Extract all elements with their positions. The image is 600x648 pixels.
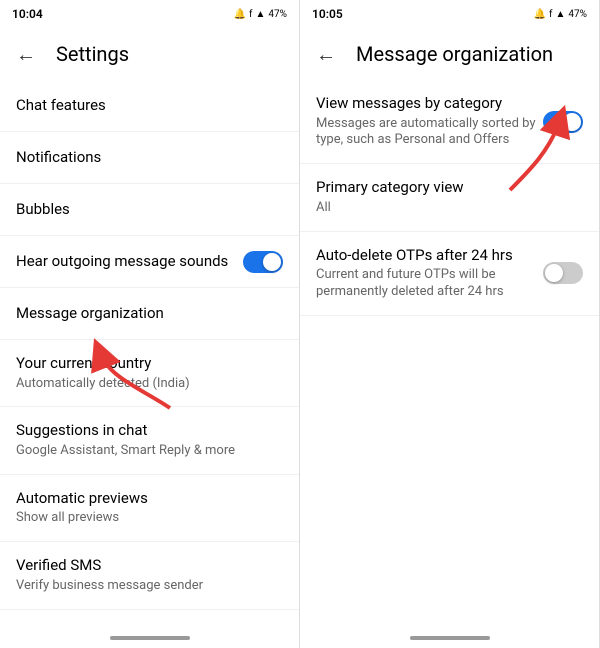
toggle-view-by-category[interactable] [543, 111, 583, 133]
toggle-outgoing-sounds[interactable] [243, 251, 283, 273]
item-title-chat-features: Chat features [16, 96, 283, 116]
top-bar-right: ← Message organization [300, 28, 599, 80]
settings-item-current-country[interactable]: Your current country Automatically detec… [0, 340, 299, 407]
notification-icon-r: 🔔 [534, 9, 546, 20]
status-bar-left: 10:04 🔔 f ▲ 47% [0, 0, 299, 28]
signal-icon-r: ▲ [556, 9, 566, 20]
item-title-auto-previews: Automatic previews [16, 489, 283, 509]
item-title-bubbles: Bubbles [16, 200, 283, 220]
settings-item-auto-delete-otps[interactable]: Auto-delete OTPs after 24 hrs Current an… [300, 232, 599, 316]
facebook-icon-r: f [549, 9, 552, 20]
toggle-auto-delete-otps[interactable] [543, 262, 583, 284]
item-title-view-by-category: View messages by category [316, 94, 543, 114]
status-icons-right: 🔔 f ▲ 47% [534, 9, 587, 20]
settings-item-suggestions[interactable]: Suggestions in chat Google Assistant, Sm… [0, 407, 299, 474]
settings-item-bubbles[interactable]: Bubbles [0, 184, 299, 236]
time-left: 10:04 [12, 7, 43, 21]
bottom-bar-left [0, 628, 299, 648]
settings-item-spam-protection[interactable]: Spam protection [0, 610, 299, 628]
item-subtitle-primary-category: All [316, 200, 583, 217]
bottom-bar-right [300, 628, 599, 648]
status-icons-left: 🔔 f ▲ 47% [234, 9, 287, 20]
home-indicator-right [410, 636, 490, 640]
battery-icon-r: 47% [568, 9, 587, 20]
item-title-message-org: Message organization [16, 304, 283, 324]
top-bar-left: ← Settings [0, 28, 299, 80]
settings-item-view-by-category[interactable]: View messages by category Messages are a… [300, 80, 599, 164]
facebook-icon: f [249, 9, 252, 20]
home-indicator-left [110, 636, 190, 640]
item-title-suggestions: Suggestions in chat [16, 421, 283, 441]
item-subtitle-suggestions: Google Assistant, Smart Reply & more [16, 443, 283, 460]
settings-item-notifications[interactable]: Notifications [0, 132, 299, 184]
settings-item-message-org[interactable]: Message organization [0, 288, 299, 340]
item-subtitle-verified-sms: Verify business message sender [16, 578, 283, 595]
settings-item-outgoing-sounds[interactable]: Hear outgoing message sounds [0, 236, 299, 288]
settings-item-chat-features[interactable]: Chat features [0, 80, 299, 132]
page-title-right: Message organization [356, 42, 553, 66]
status-bar-right: 10:05 🔔 f ▲ 47% [300, 0, 599, 28]
message-org-list: View messages by category Messages are a… [300, 80, 599, 628]
signal-icon: ▲ [256, 9, 266, 20]
time-right: 10:05 [312, 7, 343, 21]
notification-icon: 🔔 [234, 9, 246, 20]
settings-list: Chat features Notifications Bubbles Hear… [0, 80, 299, 628]
settings-item-verified-sms[interactable]: Verified SMS Verify business message sen… [0, 542, 299, 609]
item-subtitle-auto-previews: Show all previews [16, 510, 283, 527]
settings-item-auto-previews[interactable]: Automatic previews Show all previews [0, 475, 299, 542]
item-title-primary-category: Primary category view [316, 178, 583, 198]
item-subtitle-view-by-category: Messages are automatically sorted by typ… [316, 116, 543, 150]
settings-item-primary-category[interactable]: Primary category view All [300, 164, 599, 231]
item-title-auto-delete-otps: Auto-delete OTPs after 24 hrs [316, 246, 543, 266]
item-title-outgoing-sounds: Hear outgoing message sounds [16, 252, 243, 272]
back-button-left[interactable]: ← [16, 42, 36, 67]
item-title-spam-protection: Spam protection [16, 625, 283, 628]
item-title-notifications: Notifications [16, 148, 283, 168]
item-subtitle-auto-delete-otps: Current and future OTPs will be permanen… [316, 267, 543, 301]
item-title-verified-sms: Verified SMS [16, 556, 283, 576]
back-button-right[interactable]: ← [316, 42, 336, 67]
item-title-current-country: Your current country [16, 354, 283, 374]
page-title-left: Settings [56, 42, 129, 66]
item-subtitle-current-country: Automatically detected (India) [16, 376, 283, 393]
battery-icon: 47% [268, 9, 287, 20]
